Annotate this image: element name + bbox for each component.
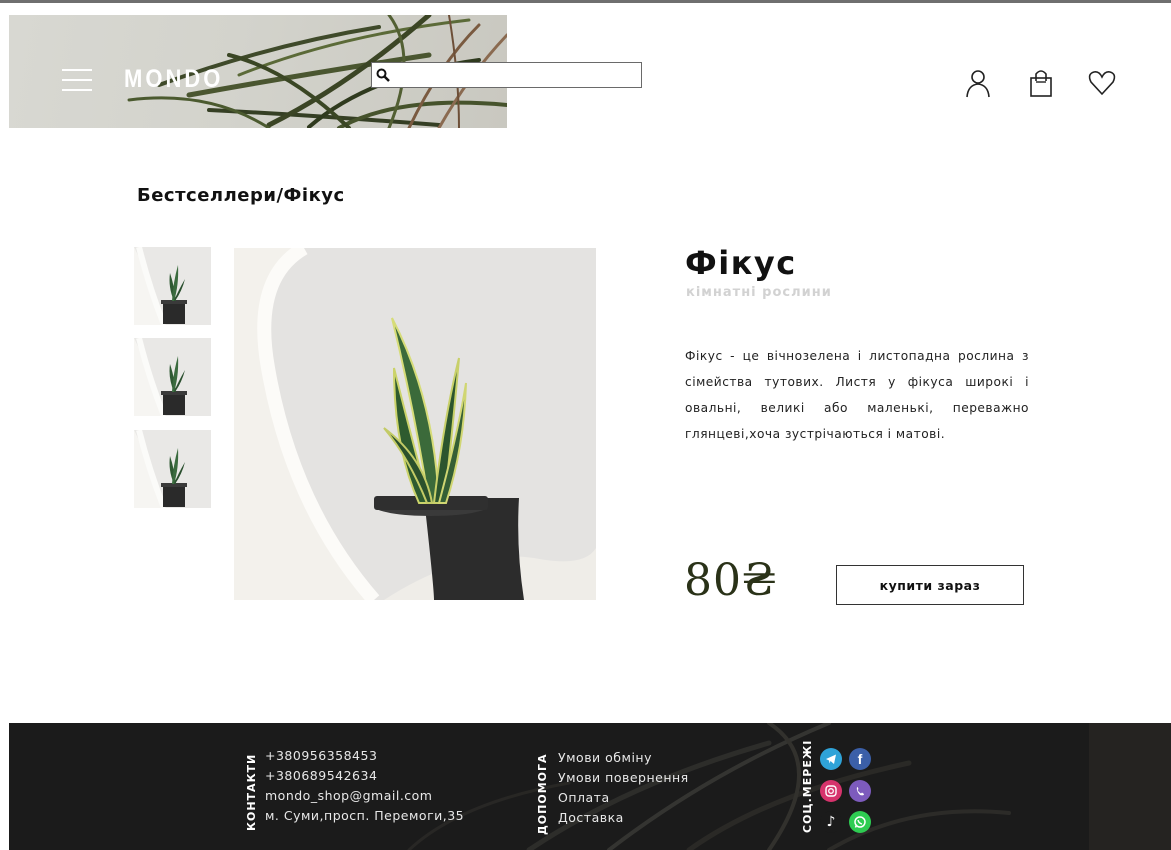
footer: КОНТАКТИ +380956358453 +380689542634 mon…: [9, 723, 1171, 850]
help-link-delivery[interactable]: Доставка: [558, 808, 689, 828]
heart-icon[interactable]: [1088, 68, 1118, 98]
viber-icon[interactable]: [849, 780, 871, 802]
product-thumbnail-2[interactable]: [134, 338, 211, 416]
product-category: кімнатні рослини: [686, 285, 832, 300]
help-heading: ДОПОМОГА: [536, 753, 549, 835]
search-input[interactable]: [394, 64, 641, 86]
user-icon[interactable]: [964, 68, 994, 98]
whatsapp-icon[interactable]: [849, 811, 871, 833]
social-heading: СОЦ.МЕРЕЖІ: [801, 739, 814, 833]
contacts-list: +380956358453 +380689542634 mondo_shop@g…: [265, 746, 464, 826]
help-link-exchange[interactable]: Умови обміну: [558, 748, 689, 768]
help-list: Умови обміну Умови повернення Оплата Дос…: [558, 748, 689, 828]
product-thumbnail-1[interactable]: [134, 247, 211, 325]
contact-phone-1[interactable]: +380956358453: [265, 746, 464, 766]
contact-address: м. Суми,просп. Перемоги,35: [265, 808, 465, 823]
product-description: Фікус - це вічнозелена і листопадна росл…: [685, 349, 1029, 441]
search-box[interactable]: [371, 62, 642, 88]
search-icon[interactable]: [372, 63, 394, 87]
menu-icon[interactable]: [62, 69, 92, 93]
tiktok-icon[interactable]: ♪: [820, 811, 842, 833]
facebook-icon[interactable]: f: [849, 748, 871, 770]
product-price: 80₴: [684, 555, 778, 606]
instagram-icon[interactable]: [820, 780, 842, 802]
telegram-icon[interactable]: [820, 748, 842, 770]
product-main-image: [234, 248, 596, 600]
top-border-line: [0, 0, 1171, 3]
contact-email[interactable]: mondo_shop@gmail.com: [265, 786, 464, 806]
product-thumbnail-3[interactable]: [134, 430, 211, 508]
contact-phone-2[interactable]: +380689542634: [265, 766, 464, 786]
help-link-payment[interactable]: Оплата: [558, 788, 689, 808]
breadcrumb[interactable]: Бестселлери/Фікус: [137, 185, 345, 206]
product-title: Фікус: [685, 244, 797, 282]
contacts-heading: КОНТАКТИ: [245, 753, 258, 831]
logo[interactable]: MONDO: [124, 64, 223, 94]
help-link-return[interactable]: Умови повернення: [558, 768, 689, 788]
cart-icon[interactable]: [1028, 68, 1058, 98]
buy-now-button[interactable]: купити зараз: [836, 565, 1024, 605]
